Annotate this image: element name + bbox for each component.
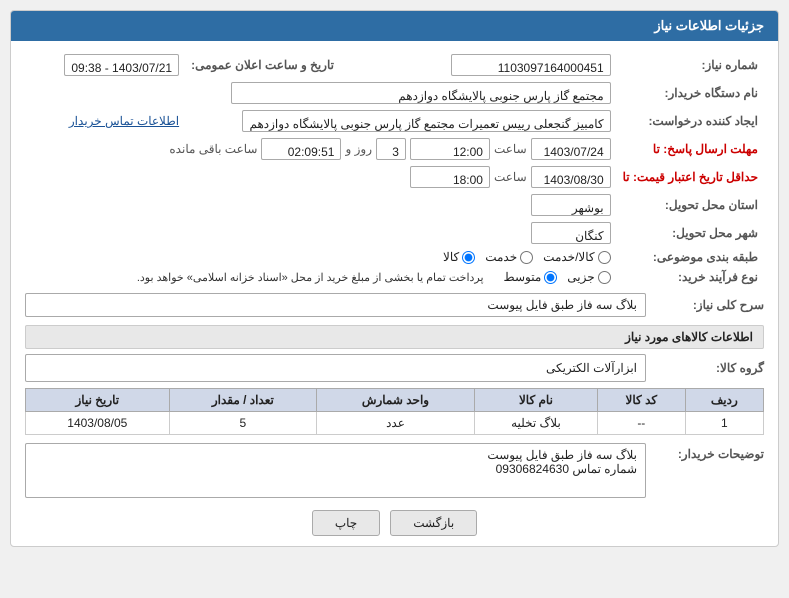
col-header-name: نام کالا: [474, 389, 597, 412]
row-city: شهر محل تحویل: کنگان: [25, 219, 764, 247]
city-label: شهر محل تحویل:: [617, 219, 764, 247]
reply-deadline-days: 3: [376, 138, 406, 160]
goods-table-header-row: ردیف کد کالا نام کالا واحد شمارش تعداد /…: [26, 389, 764, 412]
purchase-type-radio-group: جزیی متوسط: [504, 270, 611, 284]
request-number-value: 1103097164000451: [451, 54, 611, 76]
goods-table-body: 1--بلاگ تخلیهعدد51403/08/05: [26, 412, 764, 435]
row-province: استان محل تحویل: بوشهر: [25, 191, 764, 219]
purchase-type-row: جزیی متوسط پرداخت تمام یا بخشی از مبلغ خ…: [31, 270, 611, 284]
reply-deadline-label: مهلت ارسال پاسخ: تا: [617, 135, 764, 163]
description-label: سرح کلی نیاز:: [654, 298, 764, 312]
requester-value: کامبیز گنجعلی رییس تعمیرات مجتمع گاز پار…: [242, 110, 610, 132]
row-buyer: نام دستگاه خریدار: مجتمع گاز پارس جنوبی …: [25, 79, 764, 107]
col-header-code: کد کالا: [598, 389, 686, 412]
col-header-date: تاریخ نیاز: [26, 389, 170, 412]
datetime-label: تاریخ و ساعت اعلان عمومی:: [185, 51, 340, 79]
reply-deadline-remaining: 02:09:51: [261, 138, 341, 160]
cell-unit: عدد: [317, 412, 475, 435]
buyer-notes-label: توضیحات خریدار:: [654, 443, 764, 461]
col-header-row: ردیف: [685, 389, 763, 412]
price-deadline-time: 18:00: [410, 166, 490, 188]
time-label-2: ساعت: [494, 170, 527, 184]
days-label: روز و: [345, 142, 372, 156]
cell-date: 1403/08/05: [26, 412, 170, 435]
remaining-label: ساعت باقی مانده: [169, 142, 257, 156]
cell-name: بلاگ تخلیه: [474, 412, 597, 435]
cell-quantity: 5: [169, 412, 316, 435]
buyer-label: نام دستگاه خریدار:: [617, 79, 764, 107]
goods-group-row: گروه کالا: ابزارآلات الکتریکی: [25, 354, 764, 382]
row-purchase-type: نوع فرآیند خرید: جزیی متوسط: [25, 267, 764, 287]
table-row: 1--بلاگ تخلیهعدد51403/08/05: [26, 412, 764, 435]
page-wrapper: جزئیات اطلاعات نیاز شماره نیاز: 11030971…: [0, 0, 789, 598]
card-body: شماره نیاز: 1103097164000451 تاریخ و ساع…: [11, 41, 778, 546]
back-button[interactable]: بازگشت: [390, 510, 477, 536]
row-request-number: شماره نیاز: 1103097164000451 تاریخ و ساع…: [25, 51, 764, 79]
category-option-kala[interactable]: کالا: [443, 250, 475, 264]
province-value: بوشهر: [531, 194, 611, 216]
time-label-1: ساعت: [494, 142, 527, 156]
row-price-deadline: حداقل تاریخ اعتبار قیمت: تا 1403/08/30 س…: [25, 163, 764, 191]
request-number-label: شماره نیاز:: [617, 51, 764, 79]
reply-deadline-row: 1403/07/24 ساعت 12:00 3 روز و 02:09:51 س…: [31, 138, 611, 160]
price-deadline-row: 1403/08/30 ساعت 18:00: [31, 166, 611, 188]
buyer-value: مجتمع گاز پارس جنوبی پالایشگاه دوازدهم: [231, 82, 611, 104]
purchase-note: پرداخت تمام یا بخشی از مبلغ خرید از محل …: [137, 271, 484, 284]
col-header-quantity: تعداد / مقدار: [169, 389, 316, 412]
province-label: استان محل تحویل:: [617, 191, 764, 219]
goods-group-label: گروه کالا:: [654, 361, 764, 375]
description-row: سرح کلی نیاز: بلاگ سه فاز طبق فایل پیوست: [25, 293, 764, 317]
purchase-type-label: نوع فرآیند خرید:: [617, 267, 764, 287]
row-requester: ایجاد کننده درخواست: کامبیز گنجعلی رییس …: [25, 107, 764, 135]
goods-table: ردیف کد کالا نام کالا واحد شمارش تعداد /…: [25, 388, 764, 435]
category-label: طبقه بندی موضوعی:: [617, 247, 764, 267]
goods-group-value: ابزارآلات الکتریکی: [25, 354, 646, 382]
main-card: جزئیات اطلاعات نیاز شماره نیاز: 11030971…: [10, 10, 779, 547]
button-row: بازگشت چاپ: [25, 510, 764, 536]
contact-link[interactable]: اطلاعات تماس خریدار: [69, 114, 179, 128]
goods-section-title: اطلاعات کالاهای مورد نیاز: [25, 325, 764, 349]
col-header-unit: واحد شمارش: [317, 389, 475, 412]
purchase-type-jozi[interactable]: جزیی: [567, 270, 610, 284]
reply-deadline-time: 12:00: [410, 138, 490, 160]
card-header: جزئیات اطلاعات نیاز: [11, 11, 778, 41]
category-option-kala-khedmat[interactable]: کالا/خدمت: [543, 250, 610, 264]
price-deadline-label: حداقل تاریخ اعتبار قیمت: تا: [617, 163, 764, 191]
goods-table-head: ردیف کد کالا نام کالا واحد شمارش تعداد /…: [26, 389, 764, 412]
card-title: جزئیات اطلاعات نیاز: [654, 18, 764, 33]
category-radio-group: کالا/خدمت خدمت کالا: [31, 250, 611, 264]
city-value: کنگان: [531, 222, 611, 244]
datetime-value: 1403/07/21 - 09:38: [64, 54, 179, 76]
cell-row: 1: [685, 412, 763, 435]
row-reply-deadline: مهلت ارسال پاسخ: تا 1403/07/24 ساعت 12:0…: [25, 135, 764, 163]
price-deadline-date: 1403/08/30: [531, 166, 611, 188]
purchase-type-mottavas[interactable]: متوسط: [504, 270, 558, 284]
reply-deadline-date: 1403/07/24: [531, 138, 611, 160]
info-table: شماره نیاز: 1103097164000451 تاریخ و ساع…: [25, 51, 764, 287]
print-button[interactable]: چاپ: [312, 510, 380, 536]
requester-label: ایجاد کننده درخواست:: [617, 107, 764, 135]
cell-code: --: [598, 412, 686, 435]
row-category: طبقه بندی موضوعی: کالا/خدمت خدمت کالا: [25, 247, 764, 267]
buyer-notes-row: توضیحات خریدار: بلاگ سه فاز طبق فایل پیو…: [25, 443, 764, 498]
description-value: بلاگ سه فاز طبق فایل پیوست: [25, 293, 646, 317]
category-option-khedmat[interactable]: خدمت: [485, 250, 533, 264]
buyer-notes-value: بلاگ سه فاز طبق فایل پیوست شماره تماس 09…: [25, 443, 646, 498]
